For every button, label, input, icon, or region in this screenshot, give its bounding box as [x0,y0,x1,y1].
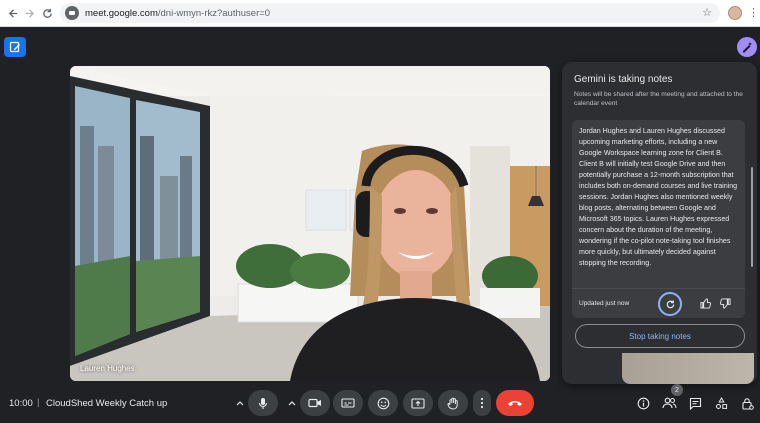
panel-subtitle: Notes will be shared after the meeting a… [574,91,743,107]
video-options-chevron-icon[interactable] [283,390,301,416]
refresh-icon [666,299,674,308]
present-screen-button[interactable] [403,390,433,416]
notes-scrollbar[interactable] [751,167,753,267]
hand-icon [447,397,458,410]
people-icon[interactable] [660,394,678,412]
meeting-title: CloudShed Weekly Catch up [46,398,168,409]
meeting-info-icon[interactable] [634,394,652,412]
forward-icon[interactable] [19,3,39,23]
camera-icon [308,398,321,408]
microphone-button[interactable] [248,390,278,416]
bookmark-star-icon[interactable]: ☆ [702,6,712,19]
captions-icon [341,398,355,408]
participant-name: Lauren Hughes [80,364,135,373]
participant-video-tile: Lauren Hughes [70,66,550,381]
more-options-button[interactable] [473,390,491,416]
self-view-tile [622,353,754,384]
meet-stage: Lauren Hughes Gemini is taking notes Not… [0,27,760,423]
people-count-badge: 2 [671,384,683,396]
separator: | [37,397,40,408]
bottom-control-bar: 10:00 | CloudShed Weekly Catch up 2 [0,384,760,423]
meeting-notes-button[interactable] [4,37,26,57]
more-vert-icon [480,397,484,409]
gemini-pencil-icon [743,42,752,53]
thumbs-down-icon[interactable] [718,296,732,310]
site-info-icon[interactable] [65,6,79,20]
camera-button[interactable] [300,390,330,416]
refresh-button[interactable] [658,292,682,316]
raise-hand-button[interactable] [438,390,468,416]
browser-toolbar: meet.google.com /dni-wmyn-rkz?authuser=0… [0,0,760,27]
url-path: /dni-wmyn-rkz?authuser=0 [157,7,271,19]
browser-menu-icon[interactable]: ⋮ [748,6,759,20]
emoji-icon [377,397,389,409]
thumbs-up-icon[interactable] [698,296,712,310]
address-bar[interactable]: meet.google.com /dni-wmyn-rkz?authuser=0… [60,3,720,23]
profile-avatar[interactable] [728,6,742,20]
leave-call-button[interactable] [496,390,534,416]
url-host: meet.google.com [85,7,158,19]
stop-taking-notes-button[interactable]: Stop taking notes [575,324,745,348]
activities-icon[interactable] [712,394,730,412]
chat-icon[interactable] [686,394,704,412]
reload-icon[interactable] [37,3,57,23]
microphone-icon [258,397,268,409]
reactions-button[interactable] [368,390,398,416]
audio-options-chevron-icon[interactable] [231,390,249,416]
hang-up-icon [508,401,522,406]
host-controls-icon[interactable] [738,394,756,412]
gemini-notes-panel: Gemini is taking notes Notes will be sha… [562,62,757,384]
notes-footer: Updated just now [572,288,745,318]
participant-video [70,66,550,381]
captions-button[interactable] [333,390,363,416]
clock: 10:00 [9,398,33,409]
panel-title: Gemini is taking notes [574,74,673,85]
notes-summary: Jordan Hughes and Lauren Hughes discusse… [572,120,745,288]
notes-pencil-icon [9,41,20,53]
gemini-notes-button[interactable] [737,37,757,57]
updated-status: Updated just now [579,300,630,307]
present-icon [411,397,425,409]
